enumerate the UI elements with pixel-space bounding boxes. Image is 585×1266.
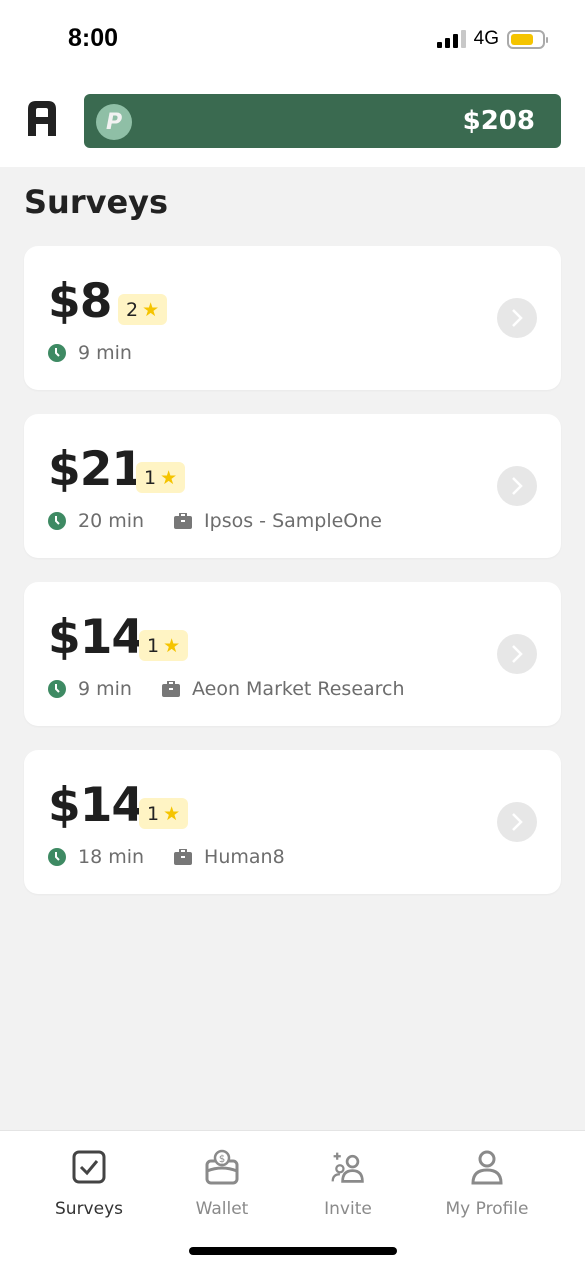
clock-icon bbox=[48, 344, 66, 362]
survey-reward: $21 bbox=[48, 442, 144, 497]
chevron-right-icon bbox=[512, 309, 523, 327]
survey-duration: 20 min bbox=[78, 510, 145, 532]
balance-bar[interactable]: P $208 bbox=[84, 94, 561, 148]
rating-badge: 2 ★ bbox=[118, 294, 168, 325]
clock-icon bbox=[48, 848, 66, 866]
checkbox-icon bbox=[72, 1150, 106, 1184]
status-indicators: 4G bbox=[436, 28, 548, 50]
open-survey-button[interactable] bbox=[497, 634, 537, 674]
rating-value: 1 bbox=[147, 802, 160, 825]
star-icon: ★ bbox=[160, 466, 178, 489]
balance-amount: $208 bbox=[462, 106, 535, 136]
battery-icon bbox=[507, 29, 548, 49]
tab-invite[interactable]: Invite bbox=[283, 1131, 413, 1231]
svg-text:$: $ bbox=[219, 1154, 225, 1165]
tab-label: Invite bbox=[324, 1199, 372, 1219]
paypal-icon: P bbox=[96, 104, 132, 140]
status-time: 8:00 bbox=[68, 24, 119, 52]
chevron-right-icon bbox=[512, 645, 523, 663]
status-bar: 8:00 4G bbox=[0, 0, 585, 78]
survey-provider: Human8 bbox=[204, 846, 285, 868]
survey-meta: 18 min Human8 bbox=[48, 846, 285, 868]
survey-meta: 9 min Aeon Market Research bbox=[48, 678, 405, 700]
survey-meta: 20 min Ipsos - SampleOne bbox=[48, 510, 382, 532]
survey-card[interactable]: $14 1 ★ 9 min Aeon Market Research bbox=[24, 582, 561, 726]
survey-duration: 18 min bbox=[78, 846, 145, 868]
tab-label: Wallet bbox=[195, 1199, 249, 1219]
tab-my-profile[interactable]: My Profile bbox=[422, 1131, 552, 1231]
rating-value: 1 bbox=[147, 634, 160, 657]
app-logo-icon[interactable] bbox=[23, 99, 61, 136]
briefcase-icon bbox=[161, 681, 180, 697]
rating-badge: 1 ★ bbox=[139, 630, 189, 661]
survey-card[interactable]: $21 1 ★ 20 min Ipsos - SampleOne bbox=[24, 414, 561, 558]
app-header: P $208 bbox=[0, 78, 585, 167]
survey-reward: $8 bbox=[48, 274, 112, 329]
briefcase-icon bbox=[174, 513, 193, 529]
rating-value: 2 bbox=[126, 298, 139, 321]
survey-duration: 9 min bbox=[78, 342, 132, 364]
star-icon: ★ bbox=[163, 802, 181, 825]
survey-reward: $14 bbox=[48, 778, 144, 833]
open-survey-button[interactable] bbox=[497, 298, 537, 338]
tab-label: My Profile bbox=[445, 1199, 529, 1219]
page-title: Surveys bbox=[24, 183, 169, 221]
tab-label: Surveys bbox=[55, 1199, 123, 1219]
star-icon: ★ bbox=[163, 634, 181, 657]
survey-reward: $14 bbox=[48, 610, 144, 665]
survey-card[interactable]: $14 1 ★ 18 min Human8 bbox=[24, 750, 561, 894]
survey-provider: Aeon Market Research bbox=[191, 678, 405, 700]
tab-surveys[interactable]: Surveys bbox=[24, 1131, 154, 1231]
wallet-icon: $ bbox=[205, 1149, 239, 1185]
chevron-right-icon bbox=[512, 477, 523, 495]
survey-card[interactable]: $8 2 ★ 9 min bbox=[24, 246, 561, 390]
bottom-tab-bar: Surveys $ Wallet Invite My Profile bbox=[0, 1130, 585, 1266]
survey-provider: Ipsos - SampleOne bbox=[204, 510, 382, 532]
open-survey-button[interactable] bbox=[497, 802, 537, 842]
chevron-right-icon bbox=[512, 813, 523, 831]
network-type: 4G bbox=[473, 28, 499, 49]
signal-icon bbox=[436, 30, 466, 48]
add-users-icon bbox=[331, 1152, 364, 1183]
rating-value: 1 bbox=[144, 466, 157, 489]
profile-icon bbox=[471, 1150, 503, 1185]
tab-wallet[interactable]: $ Wallet bbox=[157, 1131, 287, 1231]
open-survey-button[interactable] bbox=[497, 466, 537, 506]
home-indicator[interactable] bbox=[189, 1247, 397, 1255]
survey-list: $8 2 ★ 9 min $21 1 ★ 20 min Ipsos - Samp… bbox=[24, 246, 561, 918]
rating-badge: 1 ★ bbox=[136, 462, 186, 493]
briefcase-icon bbox=[174, 849, 193, 865]
rating-badge: 1 ★ bbox=[139, 798, 189, 829]
clock-icon bbox=[48, 680, 66, 698]
survey-duration: 9 min bbox=[78, 678, 132, 700]
star-icon: ★ bbox=[142, 298, 160, 321]
clock-icon bbox=[48, 512, 66, 530]
survey-meta: 9 min bbox=[48, 342, 132, 364]
